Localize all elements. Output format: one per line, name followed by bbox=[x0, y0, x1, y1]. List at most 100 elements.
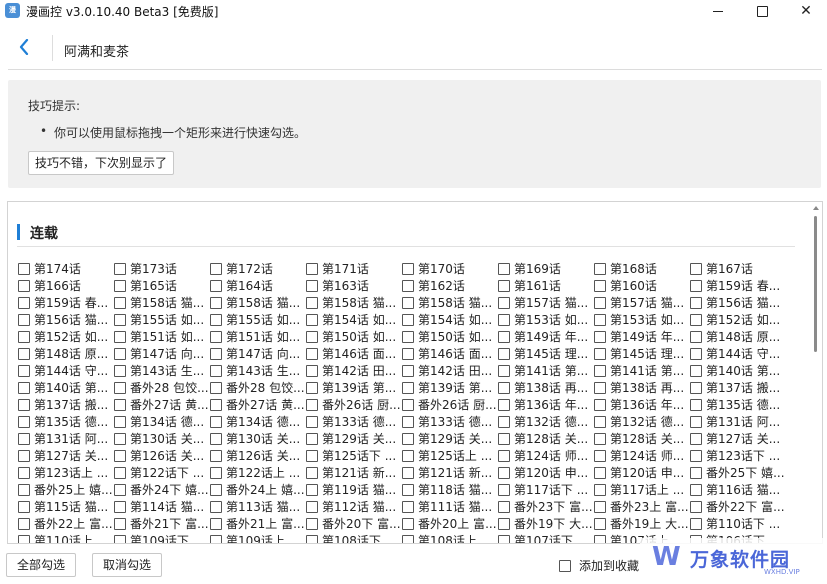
chapter-checkbox[interactable] bbox=[690, 381, 702, 394]
chapter-checkbox[interactable] bbox=[18, 279, 30, 292]
chapter-item[interactable]: 番外23上 富... bbox=[594, 498, 688, 515]
chapter-item[interactable]: 第121话 新... bbox=[402, 464, 496, 481]
chapter-checkbox[interactable] bbox=[402, 432, 414, 445]
chapter-checkbox[interactable] bbox=[18, 364, 30, 377]
chapter-checkbox[interactable] bbox=[498, 449, 510, 462]
chapter-checkbox[interactable] bbox=[114, 381, 126, 394]
chapter-item[interactable]: 第107话下 ... bbox=[498, 532, 592, 543]
chapter-checkbox[interactable] bbox=[498, 398, 510, 411]
chapter-checkbox[interactable] bbox=[306, 296, 318, 309]
chapter-item[interactable]: 番外20下 富... bbox=[306, 515, 400, 532]
chapter-checkbox[interactable] bbox=[210, 415, 222, 428]
chapter-item[interactable]: 第146话 面... bbox=[306, 345, 400, 362]
chapter-checkbox[interactable] bbox=[210, 432, 222, 445]
chapter-item[interactable]: 第126话 关... bbox=[114, 447, 208, 464]
chapter-checkbox[interactable] bbox=[306, 517, 318, 530]
chapter-checkbox[interactable] bbox=[114, 500, 126, 513]
chapter-checkbox[interactable] bbox=[114, 330, 126, 343]
chapter-item[interactable]: 番外24上 嬉... bbox=[210, 481, 304, 498]
chapter-checkbox[interactable] bbox=[306, 415, 318, 428]
chapter-checkbox[interactable] bbox=[210, 364, 222, 377]
chapter-checkbox[interactable] bbox=[402, 279, 414, 292]
chapter-item[interactable]: 第109话上 ... bbox=[210, 532, 304, 543]
chapter-item[interactable]: 第143话 生... bbox=[210, 362, 304, 379]
scrollbar-thumb[interactable] bbox=[814, 216, 817, 352]
chapter-checkbox[interactable] bbox=[402, 330, 414, 343]
chapter-item[interactable]: 第121话 新... bbox=[306, 464, 400, 481]
chapter-item[interactable]: 第109话下 ... bbox=[114, 532, 208, 543]
chapter-item[interactable]: 第119话 猫... bbox=[306, 481, 400, 498]
chapter-item[interactable]: 第128话 关... bbox=[594, 430, 688, 447]
chapter-checkbox[interactable] bbox=[18, 398, 30, 411]
chapter-checkbox[interactable] bbox=[690, 466, 702, 479]
chapter-checkbox[interactable] bbox=[18, 432, 30, 445]
chapter-checkbox[interactable] bbox=[402, 262, 414, 275]
chapter-checkbox[interactable] bbox=[306, 262, 318, 275]
chapter-item[interactable]: 番外21上 富... bbox=[210, 515, 304, 532]
chapter-item[interactable]: 第142话 田... bbox=[402, 362, 496, 379]
chapter-checkbox[interactable] bbox=[306, 398, 318, 411]
chapter-checkbox[interactable] bbox=[594, 296, 606, 309]
chapter-item[interactable]: 番外22上 富... bbox=[18, 515, 112, 532]
chapter-item[interactable]: 第122话上 ... bbox=[210, 464, 304, 481]
chapter-item[interactable]: 第134话 德... bbox=[210, 413, 304, 430]
chapter-checkbox[interactable] bbox=[114, 347, 126, 360]
chapter-checkbox[interactable] bbox=[18, 466, 30, 479]
chapter-checkbox[interactable] bbox=[594, 381, 606, 394]
chapter-item[interactable]: 第145话 理... bbox=[498, 345, 592, 362]
chapter-item[interactable]: 第133话 德... bbox=[402, 413, 496, 430]
chapter-item[interactable]: 第130话 关... bbox=[114, 430, 208, 447]
chapter-checkbox[interactable] bbox=[690, 517, 702, 530]
chapter-item[interactable]: 第171话 bbox=[306, 260, 400, 277]
chapter-checkbox[interactable] bbox=[498, 330, 510, 343]
chapter-item[interactable]: 第156话 猫... bbox=[690, 294, 784, 311]
chapter-item[interactable]: 第154话 如... bbox=[306, 311, 400, 328]
chapter-checkbox[interactable] bbox=[594, 449, 606, 462]
chapter-item[interactable]: 第159话 春... bbox=[18, 294, 112, 311]
chapter-item[interactable]: 第169话 bbox=[498, 260, 592, 277]
chapter-checkbox[interactable] bbox=[210, 313, 222, 326]
chapter-checkbox[interactable] bbox=[402, 517, 414, 530]
chapter-checkbox[interactable] bbox=[498, 500, 510, 513]
chapter-checkbox[interactable] bbox=[690, 483, 702, 496]
chapter-checkbox[interactable] bbox=[594, 483, 606, 496]
chapter-checkbox[interactable] bbox=[690, 432, 702, 445]
chapter-item[interactable]: 第127话 关... bbox=[690, 430, 784, 447]
add-to-favorites-option[interactable]: 添加到收藏 bbox=[559, 557, 639, 574]
chapter-checkbox[interactable] bbox=[498, 534, 510, 543]
chapter-item[interactable]: 第144话 守... bbox=[690, 345, 784, 362]
chapter-checkbox[interactable] bbox=[114, 466, 126, 479]
chapter-item[interactable]: 番外27话 黄... bbox=[114, 396, 208, 413]
chapter-item[interactable]: 第115话 猫... bbox=[18, 498, 112, 515]
chapter-checkbox[interactable] bbox=[114, 432, 126, 445]
chapter-item[interactable]: 第138话 再... bbox=[594, 379, 688, 396]
chapter-item[interactable]: 第147话 向... bbox=[210, 345, 304, 362]
chapter-checkbox[interactable] bbox=[402, 364, 414, 377]
chapter-item[interactable]: 番外20上 富... bbox=[402, 515, 496, 532]
chapter-checkbox[interactable] bbox=[18, 415, 30, 428]
chapter-item[interactable]: 第145话 理... bbox=[594, 345, 688, 362]
chapter-item[interactable]: 番外28 包饺... bbox=[210, 379, 304, 396]
chapter-checkbox[interactable] bbox=[402, 415, 414, 428]
chapter-checkbox[interactable] bbox=[498, 262, 510, 275]
chapter-item[interactable]: 番外21下 富... bbox=[114, 515, 208, 532]
chapter-checkbox[interactable] bbox=[498, 296, 510, 309]
chapter-item[interactable]: 第152话 如... bbox=[18, 328, 112, 345]
chapter-item[interactable]: 第146话 面... bbox=[402, 345, 496, 362]
chapter-checkbox[interactable] bbox=[306, 330, 318, 343]
chapter-item[interactable]: 番外24下 嬉... bbox=[114, 481, 208, 498]
chapter-item[interactable]: 第123话上 ... bbox=[18, 464, 112, 481]
chapter-checkbox[interactable] bbox=[594, 330, 606, 343]
chapter-checkbox[interactable] bbox=[210, 500, 222, 513]
chapter-checkbox[interactable] bbox=[18, 500, 30, 513]
chapter-item[interactable]: 第162话 bbox=[402, 277, 496, 294]
chapter-item[interactable]: 第132话 德... bbox=[594, 413, 688, 430]
chapter-checkbox[interactable] bbox=[594, 500, 606, 513]
chapter-item[interactable]: 番外27话 黄... bbox=[210, 396, 304, 413]
chapter-checkbox[interactable] bbox=[114, 279, 126, 292]
chapter-item[interactable]: 第138话 再... bbox=[498, 379, 592, 396]
chapter-item[interactable]: 第166话 bbox=[18, 277, 112, 294]
chapter-checkbox[interactable] bbox=[402, 381, 414, 394]
chapter-checkbox[interactable] bbox=[114, 364, 126, 377]
chapter-item[interactable]: 第153话 如... bbox=[498, 311, 592, 328]
